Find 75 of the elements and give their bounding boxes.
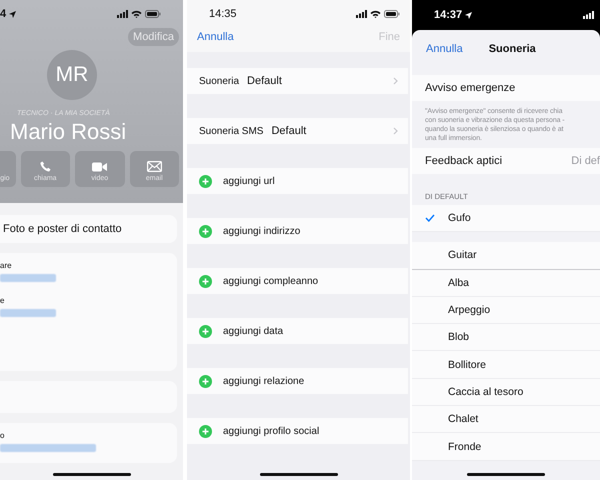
tone-row[interactable]: Guitar <box>412 242 600 270</box>
add-icon <box>199 374 212 388</box>
avatar-initials: MR <box>47 50 97 100</box>
wifi-icon <box>131 10 142 18</box>
emergency-row[interactable]: Avviso emergenze <box>412 75 600 101</box>
location-arrow-icon <box>465 12 472 18</box>
cancel-button[interactable]: Annulla <box>426 43 463 55</box>
add-label: aggiungi profilo social <box>223 426 320 436</box>
add-icon <box>199 174 212 188</box>
row-label: Feedback aptici <box>425 155 502 167</box>
add-icon <box>199 224 212 238</box>
cancel-button[interactable]: Annulla <box>197 31 234 43</box>
wifi-icon <box>370 10 381 18</box>
tone-row[interactable]: Blob <box>412 324 600 352</box>
contact-name: Mario Rossi <box>10 119 128 145</box>
field-label: e <box>0 296 4 305</box>
ringtone-row[interactable]: Suoneria SMS Default <box>187 118 408 144</box>
redacted-value <box>0 274 56 282</box>
add-label: aggiungi data <box>223 326 284 336</box>
row-label: Suoneria <box>199 76 240 86</box>
status-time: 14:37 <box>434 9 462 21</box>
add-label: aggiungi indirizzo <box>223 226 300 236</box>
video-camera-icon <box>92 162 108 172</box>
tone-name: Blob <box>448 331 470 344</box>
add-row[interactable]: aggiungi data <box>187 318 408 344</box>
battery-icon <box>384 10 400 18</box>
tone-row[interactable]: Alba <box>412 270 600 297</box>
tone-name: Fronde <box>448 440 482 453</box>
ringtone-row[interactable]: Suoneria Default <box>187 68 408 94</box>
poster-row[interactable]: Foto e poster di contatto <box>0 215 177 243</box>
add-row[interactable]: aggiungi profilo social <box>187 418 408 444</box>
add-icon <box>199 324 212 338</box>
tone-name: Caccia al tesoro <box>448 386 524 398</box>
chevron-icon <box>393 77 398 85</box>
field-label: o <box>0 431 4 440</box>
status-time: 4 <box>0 8 6 20</box>
tone-name: Guitar <box>448 249 477 262</box>
signal-icon <box>117 10 128 18</box>
tone-row[interactable]: Arpeggio <box>412 296 600 324</box>
add-icon <box>199 424 212 438</box>
haptics-row[interactable]: Feedback aptici Di def <box>412 148 600 174</box>
row-value: Default <box>271 125 308 137</box>
row-label: Suoneria SMS <box>199 126 264 136</box>
tone-row[interactable]: Gufo <box>412 205 600 232</box>
tone-name: Bollitore <box>448 358 486 371</box>
tone-name: Arpeggio <box>448 304 490 316</box>
row-value: Di def <box>571 155 600 167</box>
tone-row[interactable]: Chalet <box>412 406 600 434</box>
add-label: aggiungi compleanno <box>223 276 318 286</box>
tone-row[interactable]: Caccia al tesoro <box>412 378 600 406</box>
battery-icon <box>145 10 161 18</box>
signal-icon <box>583 11 594 19</box>
chevron-icon <box>393 127 398 135</box>
add-label: aggiungi url <box>223 176 275 186</box>
add-row[interactable]: aggiungi url <box>187 168 408 194</box>
mail-icon <box>146 161 162 172</box>
tone-name: Chalet <box>448 413 478 426</box>
screen-title: Suoneria <box>488 43 536 55</box>
phone-icon <box>40 161 51 172</box>
field-label: are <box>0 261 12 270</box>
signal-icon <box>356 10 367 18</box>
add-row[interactable]: aggiungi relazione <box>187 368 408 394</box>
tone-row[interactable]: Fronde <box>412 433 600 461</box>
add-row[interactable]: aggiungi indirizzo <box>187 218 408 244</box>
tone-name: Alba <box>448 276 470 289</box>
add-icon <box>199 274 212 288</box>
add-row[interactable]: aggiungi compleanno <box>187 268 408 294</box>
status-time: 14:35 <box>209 8 237 20</box>
location-arrow-icon <box>9 10 16 18</box>
redacted-value <box>0 309 56 317</box>
tone-name: Gufo <box>448 212 471 224</box>
row-value: Default <box>247 75 283 87</box>
checkmark-icon <box>425 214 435 222</box>
tone-row[interactable]: Bollitore <box>412 351 600 379</box>
add-label: aggiungi relazione <box>223 376 304 386</box>
